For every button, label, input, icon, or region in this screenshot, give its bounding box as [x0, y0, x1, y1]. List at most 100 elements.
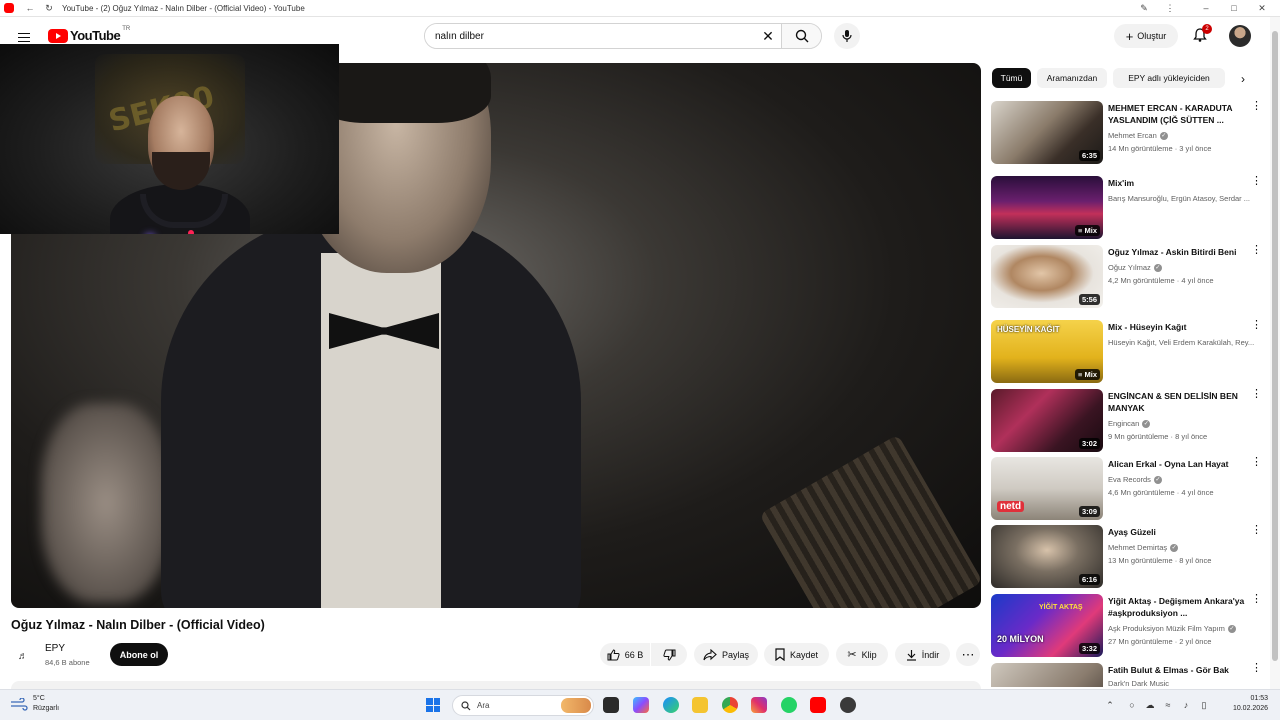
task-view-icon[interactable]: [603, 697, 619, 713]
channel-name[interactable]: Mehmet Demirtaş ✓: [1108, 543, 1256, 553]
notifications-button[interactable]: 2: [1192, 24, 1212, 45]
youtube-logo[interactable]: YouTube TR: [48, 26, 130, 43]
more-vert-icon[interactable]: ⋮: [1251, 245, 1262, 256]
clip-button[interactable]: ✂ Klip: [836, 643, 888, 666]
list-item[interactable]: HÜSEYİN KAĞIT ≡ Mix Mix - Hüseyin Kağıt …: [991, 320, 1263, 384]
video-thumbnail[interactable]: ≡ Mix: [991, 176, 1103, 239]
video-thumbnail[interactable]: [991, 663, 1103, 687]
chip-from-search[interactable]: Aramanızdan: [1037, 68, 1107, 88]
chip-from-uploader[interactable]: EPY adlı yükleyiciden: [1113, 68, 1225, 88]
like-button[interactable]: 66 B: [600, 643, 650, 666]
voice-search-button[interactable]: [834, 23, 860, 49]
extensions-icon[interactable]: ✎: [1138, 2, 1150, 14]
more-vert-icon[interactable]: ⋮: [1251, 525, 1262, 536]
video-title[interactable]: Oğuz Yılmaz - Askin Bitirdi Beni: [1108, 246, 1248, 258]
channel-avatar[interactable]: ♬: [11, 644, 35, 668]
weather-icon[interactable]: [10, 697, 28, 712]
create-button[interactable]: + Oluştur: [1114, 24, 1178, 48]
video-title[interactable]: Ayaş Güzeli: [1108, 526, 1248, 538]
list-item[interactable]: 6:16 Ayaş Güzeli Mehmet Demirtaş ✓ 13 Mn …: [991, 525, 1263, 589]
more-vert-icon[interactable]: ⋮: [1251, 389, 1262, 400]
whatsapp-icon[interactable]: [781, 697, 797, 713]
dislike-button[interactable]: [651, 643, 687, 666]
page-scrollbar[interactable]: [1270, 17, 1280, 689]
video-title[interactable]: MEHMET ERCAN - KARADUTA YASLANDIM (ÇİĞ S…: [1108, 102, 1248, 126]
channel-name[interactable]: Mehmet Ercan ✓: [1108, 131, 1256, 141]
video-title[interactable]: Fatih Bulut & Elmas - Gör Bak: [1108, 664, 1248, 676]
video-thumbnail[interactable]: 6:35: [991, 101, 1103, 164]
video-title[interactable]: Mix'im: [1108, 177, 1248, 189]
windows-start-icon[interactable]: [426, 698, 440, 712]
copilot-icon[interactable]: [633, 697, 649, 713]
more-vert-icon[interactable]: ⋮: [1251, 594, 1262, 605]
video-thumbnail[interactable]: YİĞİT AKTAŞ 20 MİLYON 3:32: [991, 594, 1103, 657]
video-thumbnail[interactable]: HÜSEYİN KAĞIT ≡ Mix: [991, 320, 1103, 383]
file-explorer-icon[interactable]: [692, 697, 708, 713]
more-vert-icon[interactable]: ⋮: [1251, 457, 1262, 468]
list-item[interactable]: ≡ Mix Mix'im Barış Mansuroğlu, Ergün Ata…: [991, 176, 1263, 240]
battery-icon[interactable]: ▯: [1198, 699, 1210, 711]
channel-name[interactable]: EPY: [45, 643, 65, 654]
video-thumbnail[interactable]: 6:16: [991, 525, 1103, 588]
more-vert-icon[interactable]: ⋮: [1251, 176, 1262, 187]
video-meta: 4,2 Mn görüntüleme · 4 yıl önce: [1108, 276, 1214, 285]
menu-icon[interactable]: [18, 30, 30, 45]
search-input[interactable]: [425, 24, 755, 48]
chevron-right-icon[interactable]: ›: [1234, 70, 1252, 88]
video-thumbnail[interactable]: 5:56: [991, 245, 1103, 308]
account-avatar[interactable]: [1229, 25, 1251, 47]
edge-icon[interactable]: [663, 697, 679, 713]
onedrive-icon[interactable]: ☁: [1144, 699, 1156, 711]
clear-search-icon[interactable]: ✕: [755, 24, 781, 48]
download-button[interactable]: İndir: [895, 643, 950, 666]
youtube-app-icon[interactable]: [810, 697, 826, 713]
chrome-icon[interactable]: [722, 697, 738, 713]
channel-name[interactable]: Engincan ✓: [1108, 419, 1256, 429]
video-title[interactable]: Mix - Hüseyin Kağıt: [1108, 321, 1248, 333]
channel-name[interactable]: Oğuz Yılmaz ✓: [1108, 263, 1256, 273]
video-thumbnail[interactable]: 3:02: [991, 389, 1103, 452]
taskbar-search[interactable]: Ara: [452, 695, 594, 716]
channel-name[interactable]: Dark'n Dark Music: [1108, 679, 1256, 687]
chip-all[interactable]: Tümü: [992, 68, 1031, 88]
video-title[interactable]: Yiğit Aktaş - Değişmem Ankara'ya #aşkpro…: [1108, 595, 1248, 619]
channel-name[interactable]: Barış Mansuroğlu, Ergün Atasoy, Serdar .…: [1108, 194, 1256, 203]
search-button[interactable]: [781, 24, 821, 48]
save-button[interactable]: Kaydet: [764, 643, 829, 666]
app-icon[interactable]: [840, 697, 856, 713]
list-item[interactable]: netd 3:09 Alican Erkal - Oyna Lan Hayat …: [991, 457, 1263, 521]
microphone-icon: [842, 30, 852, 42]
more-vert-icon[interactable]: ⋮: [1251, 663, 1262, 674]
more-vert-icon[interactable]: ⋮: [1251, 101, 1262, 112]
tray-app-icon[interactable]: ○: [1126, 699, 1138, 711]
back-arrow-icon[interactable]: ←: [24, 2, 36, 14]
video-title[interactable]: ENGİNCAN & SEN DELİSİN BEN MANYAK: [1108, 390, 1248, 414]
channel-name[interactable]: Eva Records ✓: [1108, 475, 1256, 485]
list-item[interactable]: YİĞİT AKTAŞ 20 MİLYON 3:32 Yiğit Aktaş -…: [991, 594, 1263, 658]
list-item[interactable]: 3:02 ENGİNCAN & SEN DELİSİN BEN MANYAK E…: [991, 389, 1263, 453]
instagram-icon[interactable]: [751, 697, 767, 713]
clock-time[interactable]: 01:53: [1228, 695, 1268, 702]
share-button[interactable]: Paylaş: [694, 643, 758, 666]
channel-name[interactable]: Hüseyin Kağıt, Veli Erdem Karakülah, Rey…: [1108, 338, 1256, 347]
list-item[interactable]: Fatih Bulut & Elmas - Gör Bak Dark'n Dar…: [991, 663, 1263, 687]
list-item[interactable]: 6:35 MEHMET ERCAN - KARADUTA YASLANDIM (…: [991, 101, 1263, 165]
volume-icon[interactable]: ♪: [1180, 699, 1192, 711]
subscribe-button[interactable]: Abone ol: [110, 643, 168, 666]
more-vert-icon[interactable]: ⋮: [1251, 320, 1262, 331]
list-item[interactable]: 5:56 Oğuz Yılmaz - Askin Bitirdi Beni Oğ…: [991, 245, 1263, 309]
wifi-icon[interactable]: ≈: [1162, 699, 1174, 711]
more-vert-icon[interactable]: ⋮: [1164, 2, 1176, 14]
video-title[interactable]: Alican Erkal - Oyna Lan Hayat: [1108, 458, 1248, 470]
clock-date[interactable]: 10.02.2026: [1220, 705, 1268, 712]
close-window-icon[interactable]: ✕: [1256, 2, 1268, 14]
search-icon: [795, 29, 808, 43]
channel-name[interactable]: Aşk Produksiyon Müzik Film Yapım ✓: [1108, 624, 1256, 634]
reload-icon[interactable]: ↻: [43, 2, 55, 14]
chevron-up-icon[interactable]: ⌃: [1104, 699, 1116, 711]
scrollbar-thumb[interactable]: [1272, 31, 1278, 661]
restore-icon[interactable]: □: [1228, 2, 1240, 14]
minimize-icon[interactable]: –: [1200, 2, 1212, 14]
more-actions-button[interactable]: ⋯: [956, 643, 980, 666]
video-thumbnail[interactable]: netd 3:09: [991, 457, 1103, 520]
